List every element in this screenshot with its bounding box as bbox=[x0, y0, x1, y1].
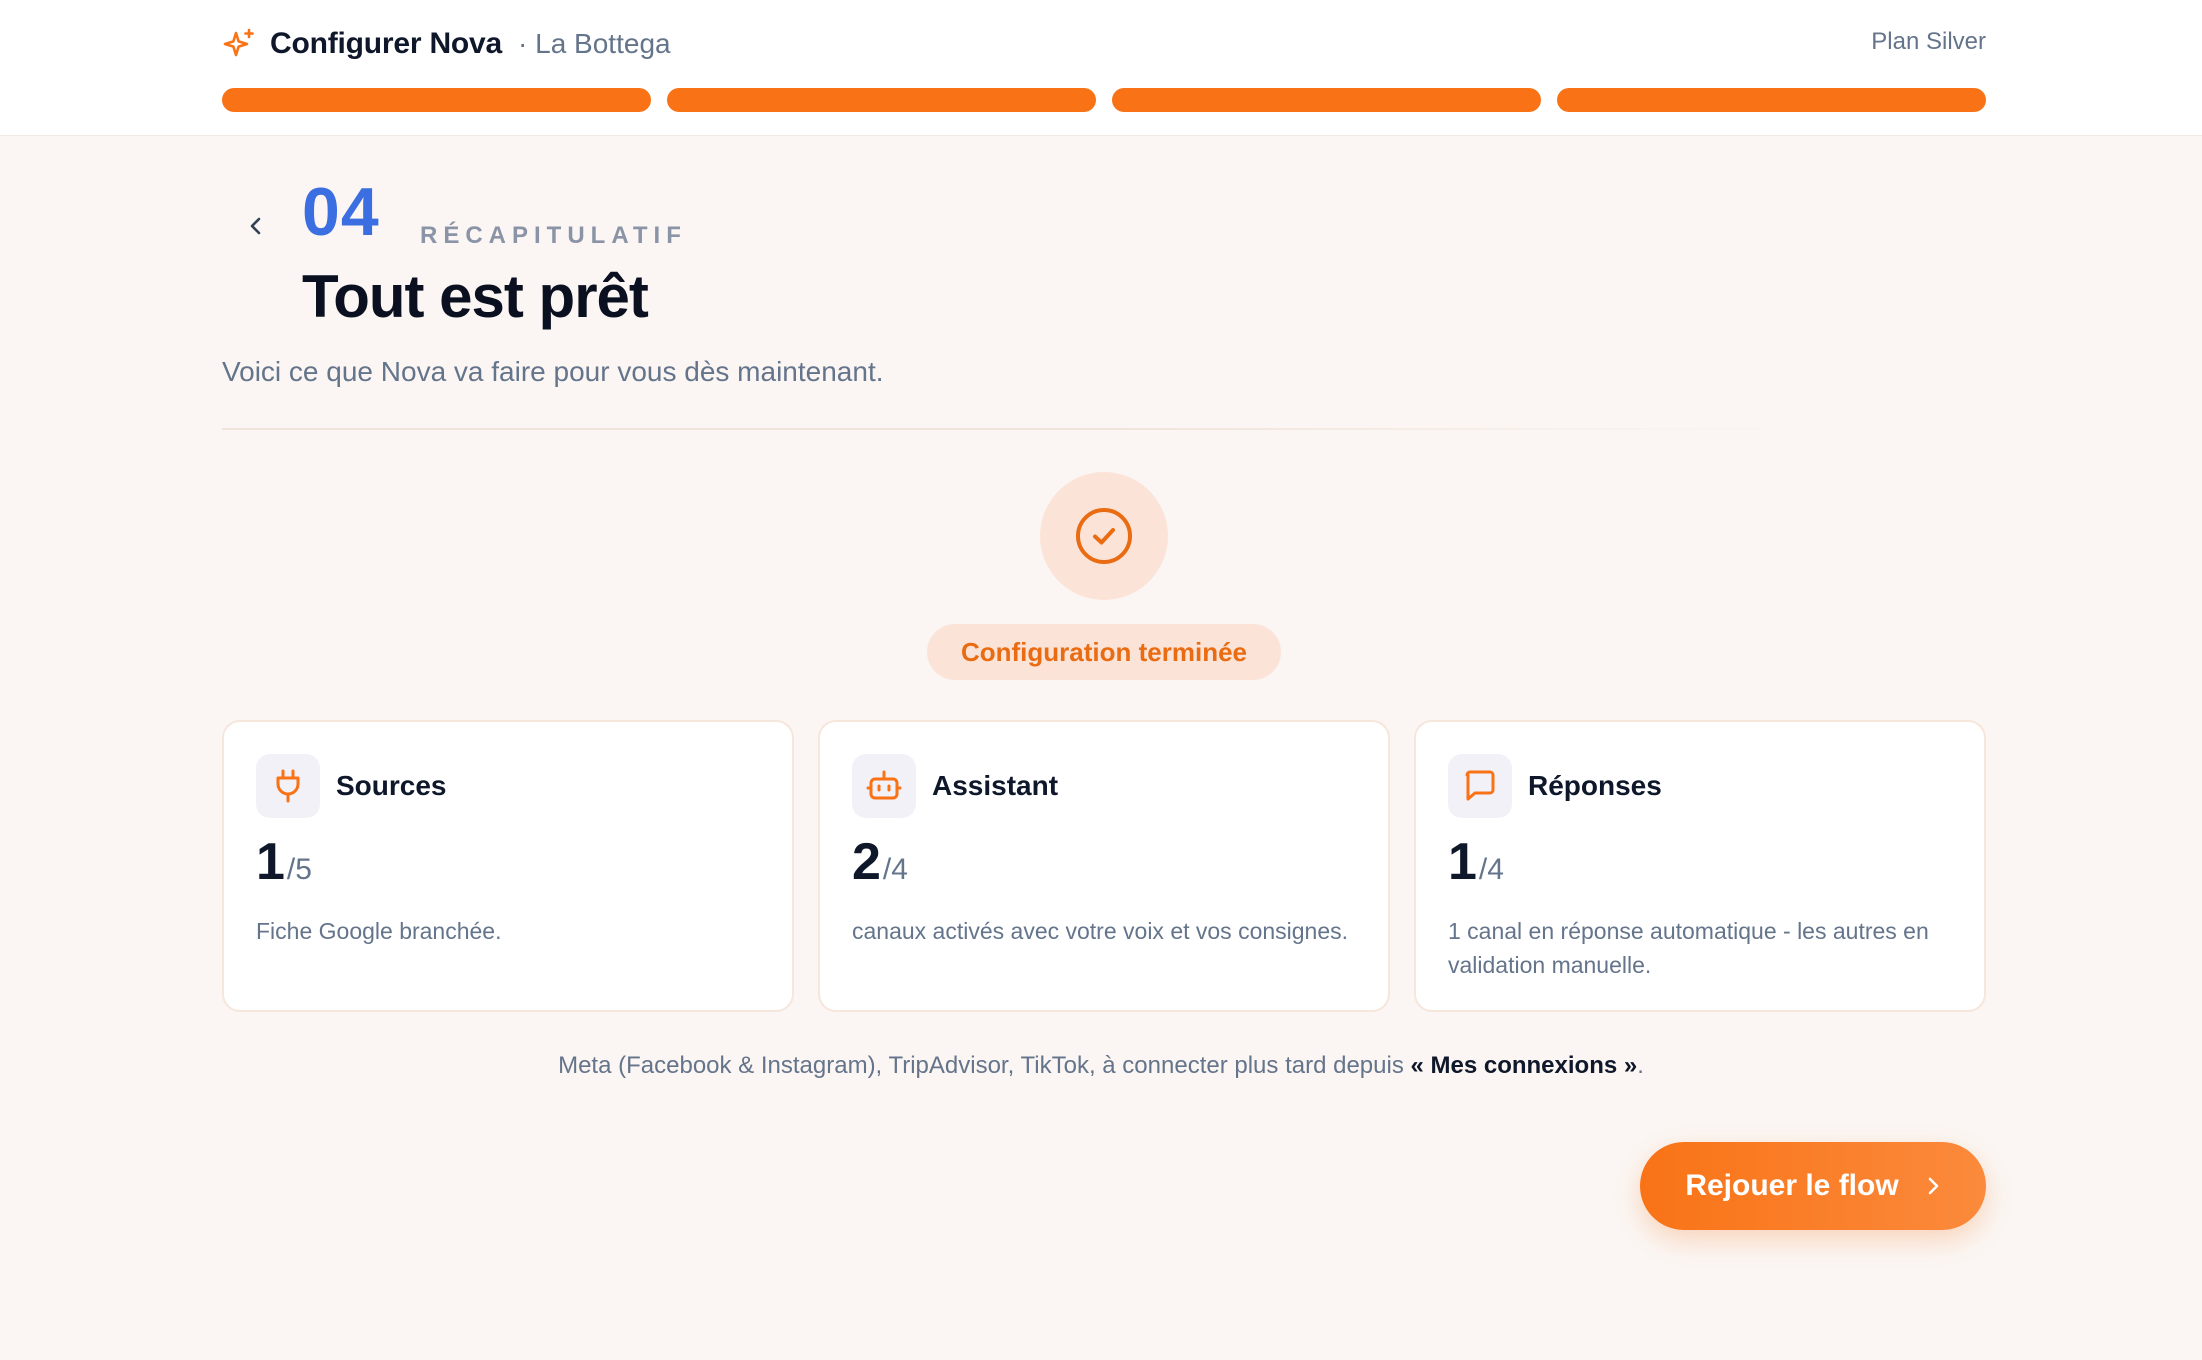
brand: Configurer Nova · La Bottega bbox=[222, 22, 671, 66]
stat-total: /5 bbox=[286, 853, 312, 886]
stat-value: 1 bbox=[256, 833, 285, 891]
my-connections-link[interactable]: « Mes connexions » bbox=[1410, 1052, 1637, 1079]
step-number: 04 bbox=[302, 174, 380, 250]
top-header: Configurer Nova · La Bottega Plan Silver bbox=[0, 0, 2202, 136]
page-subtitle: Voici ce que Nova va faire pour vous dès… bbox=[222, 356, 884, 387]
page-title: Tout est prêt bbox=[302, 263, 649, 330]
step-label: RÉCAPITULATIF bbox=[420, 222, 687, 249]
card-description: Fiche Google branchée. bbox=[256, 918, 502, 944]
replay-flow-button[interactable]: Rejouer le flow bbox=[1640, 1142, 1986, 1230]
sparkle-icon bbox=[222, 27, 256, 61]
divider bbox=[222, 428, 1986, 430]
robot-icon bbox=[852, 754, 916, 818]
card-header: Réponses bbox=[1448, 754, 1952, 818]
stat-value: 1 bbox=[1448, 833, 1477, 891]
plan-label: Plan Silver bbox=[1871, 28, 1986, 55]
summary-cards: Sources 1 /5 Fiche Google branchée. Assi… bbox=[222, 720, 1986, 1012]
plug-icon bbox=[256, 754, 320, 818]
status-badge: Configuration terminée bbox=[927, 624, 1281, 680]
check-circle-icon bbox=[1076, 508, 1132, 564]
stat-total: /4 bbox=[882, 853, 908, 886]
card-header: Assistant bbox=[852, 754, 1356, 818]
note-suffix: . bbox=[1637, 1052, 1644, 1079]
stat-value: 2 bbox=[852, 833, 881, 891]
connections-note: Meta (Facebook & Instagram), TripAdvisor… bbox=[0, 1052, 2202, 1080]
chat-bubble-icon bbox=[1448, 754, 1512, 818]
chevron-left-icon bbox=[250, 217, 261, 235]
replay-label: Rejouer le flow bbox=[1685, 1169, 1899, 1202]
progress-step-2 bbox=[667, 88, 1096, 112]
business-name: · La Bottega bbox=[518, 28, 671, 59]
note-text: Meta (Facebook & Instagram), TripAdvisor… bbox=[558, 1052, 1411, 1079]
card-title: Sources bbox=[336, 770, 447, 801]
card-title: Réponses bbox=[1528, 770, 1662, 801]
card-stat: 1 /5 bbox=[256, 836, 760, 896]
card-description: canaux activés avec votre voix et vos co… bbox=[852, 918, 1349, 944]
card-header: Sources bbox=[256, 754, 760, 818]
card-stat: 2 /4 bbox=[852, 836, 1356, 896]
card-description: 1 canal en réponse automatique - les aut… bbox=[1448, 918, 1929, 978]
card-responses: Réponses 1 /4 1 canal en réponse automat… bbox=[1414, 720, 1986, 1012]
back-button[interactable] bbox=[238, 206, 274, 246]
card-assistant: Assistant 2 /4 canaux activés avec votre… bbox=[818, 720, 1390, 1012]
progress-step-4 bbox=[1557, 88, 1986, 112]
progress-step-3 bbox=[1112, 88, 1541, 112]
success-badge bbox=[1040, 472, 1168, 600]
chevron-right-icon bbox=[1925, 1174, 1941, 1198]
card-sources: Sources 1 /5 Fiche Google branchée. bbox=[222, 720, 794, 1012]
stat-total: /4 bbox=[1478, 853, 1504, 886]
card-title: Assistant bbox=[932, 770, 1059, 801]
step-progress bbox=[222, 88, 1986, 112]
brand-title: Configurer Nova bbox=[270, 27, 503, 60]
progress-step-1 bbox=[222, 88, 651, 112]
card-stat: 1 /4 bbox=[1448, 836, 1952, 896]
